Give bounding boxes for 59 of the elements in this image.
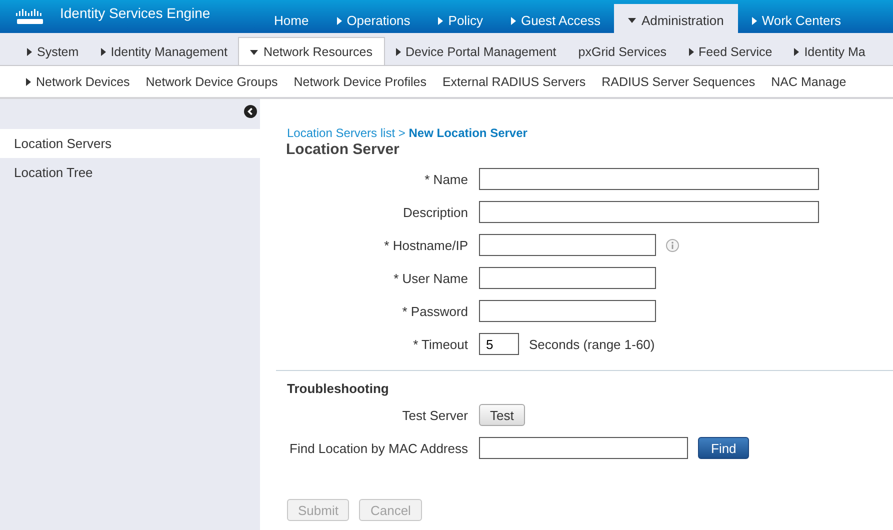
subnav-tab[interactable]: Identity Ma — [783, 37, 876, 65]
menu-item[interactable]: Network Device Profiles — [286, 74, 434, 88]
nav-tab[interactable]: Home — [260, 4, 323, 33]
caret-right-icon — [688, 48, 694, 56]
nav-tab[interactable]: Policy — [424, 4, 497, 33]
field-label: * Timeout — [412, 336, 468, 352]
find-button[interactable]: Find — [698, 437, 750, 459]
input-field[interactable] — [479, 168, 819, 190]
subnav-tab[interactable]: System — [16, 37, 90, 65]
caret-down-icon — [628, 18, 636, 23]
subnav-tab[interactable]: Device Portal Management — [384, 37, 568, 65]
field-label: Find Location by MAC Address — [288, 440, 468, 456]
caret-down-icon — [250, 50, 258, 54]
test-button[interactable]: Test — [479, 404, 525, 426]
field-hint: Seconds (range 1-60) — [529, 336, 655, 352]
nav-tab[interactable]: Guest Access — [496, 4, 614, 33]
input-field[interactable] — [479, 300, 656, 322]
caret-right-icon — [27, 48, 32, 56]
product-title: Identity Services Engine — [60, 4, 210, 20]
input-field[interactable] — [479, 201, 819, 223]
field-label: * Name — [424, 172, 468, 186]
field-label: * User Name — [392, 270, 468, 286]
caret-right-icon — [752, 16, 757, 24]
menu-item[interactable]: Network Device Groups — [138, 74, 286, 88]
nav-tab[interactable]: Work Centers — [738, 4, 856, 33]
field-label: * Password — [401, 304, 468, 318]
input-field[interactable] — [479, 267, 656, 289]
info-icon[interactable] — [666, 238, 679, 252]
nav-tab[interactable]: Administration — [614, 4, 738, 33]
section-title: Troubleshooting — [286, 381, 390, 396]
subnav-tab[interactable]: Identity Management — [90, 37, 238, 65]
menu-item[interactable]: RADIUS Server Sequences — [594, 74, 764, 88]
sidebar-item[interactable]: Location Tree — [0, 158, 260, 187]
caret-right-icon — [336, 16, 342, 24]
input-field[interactable] — [479, 234, 656, 256]
subnav-tab[interactable]: Feed Service — [678, 37, 784, 65]
nav-tab[interactable]: Operations — [322, 4, 424, 33]
breadcrumb-link[interactable]: Location Servers list > — [287, 126, 406, 140]
caret-right-icon — [794, 48, 800, 56]
sidebar-item[interactable]: Location Servers — [0, 129, 260, 158]
field-label: Test Server — [401, 408, 468, 422]
input-field[interactable] — [479, 437, 688, 459]
caret-right-icon — [510, 16, 516, 24]
breadcrumb-current: New Location Server — [408, 126, 528, 140]
subnav-tab[interactable]: Network Resources — [238, 37, 385, 65]
menu-item[interactable]: Network Devices — [18, 74, 138, 88]
logo-icon — [14, 8, 46, 24]
input-field[interactable]: 5 — [479, 333, 519, 355]
caret-right-icon — [100, 48, 106, 56]
menu-item[interactable]: NAC Manage — [763, 74, 854, 88]
caret-right-icon — [26, 78, 31, 86]
form-title: Location Server — [285, 141, 400, 158]
menu-item[interactable]: External RADIUS Servers — [434, 74, 594, 88]
caret-right-icon — [396, 48, 401, 56]
field-label: Description — [402, 204, 468, 220]
field-label: * Hostname/IP — [383, 238, 468, 252]
collapse-icon[interactable] — [244, 105, 257, 118]
subnav-tab[interactable]: pxGrid Services — [567, 37, 678, 65]
caret-right-icon — [438, 16, 444, 24]
